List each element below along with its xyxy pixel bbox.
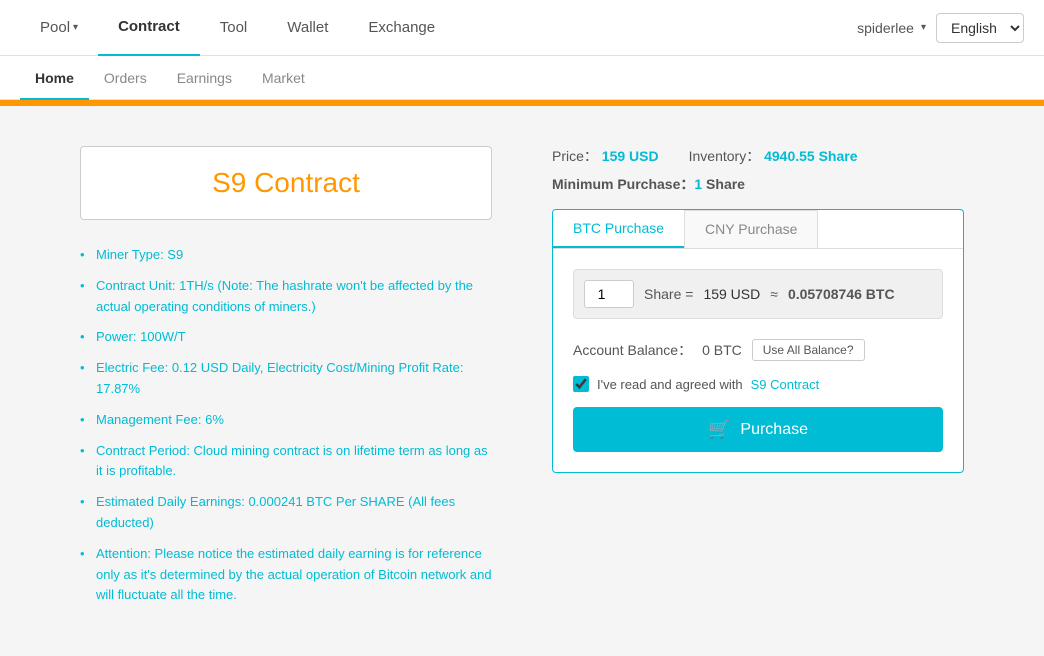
right-panel: Price： 159 USD Inventory： 4940.55 Share … <box>552 146 964 616</box>
user-name: spiderlee <box>857 20 914 36</box>
contract-detail-item: Estimated Daily Earnings: 0.000241 BTC P… <box>80 492 492 534</box>
use-all-button[interactable]: Use All Balance? <box>752 339 865 361</box>
share-approx: ≈ <box>770 286 778 302</box>
agree-checkbox[interactable] <box>573 376 589 392</box>
top-nav-right: spiderlee ▾ English 中文 <box>857 13 1024 43</box>
contract-detail-item: Contract Period: Cloud mining contract i… <box>80 441 492 483</box>
inventory-value: 4940.55 Share <box>764 148 857 164</box>
share-row: Share = 159 USD ≈ 0.05708746 BTC <box>573 269 943 319</box>
purchase-body: Share = 159 USD ≈ 0.05708746 BTC Account… <box>553 249 963 472</box>
purchase-tabs: BTC Purchase CNY Purchase <box>553 210 963 249</box>
share-btc-value: 0.05708746 BTC <box>788 286 895 302</box>
agree-row: I've read and agreed with S9 Contract <box>573 376 943 392</box>
nav-item-pool[interactable]: Pool ▾ <box>20 0 98 56</box>
main-content: S9 Contract Miner Type: S9 Contract Unit:… <box>0 106 1044 656</box>
contract-detail-item: Attention: Please notice the estimated d… <box>80 544 492 606</box>
min-purchase-label: Minimum Purchase： <box>552 176 694 192</box>
price-label: Price： <box>552 148 598 164</box>
nav-label-pool: Pool <box>40 19 70 36</box>
purchase-card: BTC Purchase CNY Purchase Share = 159 US… <box>552 209 964 473</box>
purchase-label: Purchase <box>740 421 808 439</box>
balance-row: Account Balance： 0 BTC Use All Balance? <box>573 339 943 361</box>
tab-btc-purchase[interactable]: BTC Purchase <box>553 210 684 248</box>
cart-icon: 🛒 <box>708 419 730 440</box>
agree-text: I've read and agreed with <box>597 377 743 392</box>
contract-detail-item: Management Fee: 6% <box>80 410 492 431</box>
contract-title-box: S9 Contract <box>80 146 492 220</box>
contract-detail-item: Contract Unit: 1TH/s (Note: The hashrate… <box>80 276 492 318</box>
sub-nav-market[interactable]: Market <box>247 56 320 100</box>
user-chevron-icon: ▾ <box>921 22 926 33</box>
share-text: Share = <box>644 286 693 302</box>
price-section: Price： 159 USD <box>552 146 659 166</box>
user-menu[interactable]: spiderlee ▾ <box>857 20 926 36</box>
left-panel: S9 Contract Miner Type: S9 Contract Unit:… <box>80 146 492 616</box>
pool-chevron-icon: ▾ <box>73 22 78 33</box>
top-nav-left: Pool ▾ Contract Tool Wallet Exchange <box>20 0 857 56</box>
contract-detail-item: Miner Type: S9 <box>80 245 492 266</box>
inventory-section: Inventory： 4940.55 Share <box>689 146 858 166</box>
top-nav: Pool ▾ Contract Tool Wallet Exchange spi… <box>0 0 1044 56</box>
share-usd-value: 159 USD <box>703 286 760 302</box>
nav-item-wallet[interactable]: Wallet <box>267 0 348 56</box>
price-row: Price： 159 USD Inventory： 4940.55 Share <box>552 146 964 166</box>
nav-label-wallet: Wallet <box>287 19 328 36</box>
share-input[interactable] <box>584 280 634 308</box>
tab-cny-purchase[interactable]: CNY Purchase <box>684 210 818 248</box>
balance-value: 0 BTC <box>702 342 742 358</box>
contract-details: Miner Type: S9 Contract Unit: 1TH/s (Note… <box>80 245 492 606</box>
balance-label: Account Balance： <box>573 340 692 360</box>
inventory-label: Inventory： <box>689 148 761 164</box>
price-value: 159 USD <box>602 148 659 164</box>
nav-item-tool[interactable]: Tool <box>200 0 268 56</box>
nav-label-tool: Tool <box>220 19 248 36</box>
min-purchase-value: 1 <box>694 176 702 192</box>
sub-nav-orders[interactable]: Orders <box>89 56 162 100</box>
sub-nav-earnings[interactable]: Earnings <box>162 56 247 100</box>
agree-link[interactable]: S9 Contract <box>751 377 820 392</box>
nav-label-exchange: Exchange <box>368 19 435 36</box>
nav-label-contract: Contract <box>118 18 180 35</box>
contract-title: S9 Contract <box>101 167 471 199</box>
contract-detail-item: Electric Fee: 0.12 USD Daily, Electricit… <box>80 358 492 400</box>
sub-nav-home[interactable]: Home <box>20 56 89 100</box>
nav-item-contract[interactable]: Contract <box>98 0 200 56</box>
purchase-button[interactable]: 🛒 Purchase <box>573 407 943 452</box>
nav-item-exchange[interactable]: Exchange <box>348 0 455 56</box>
price-info: Price： 159 USD Inventory： 4940.55 Share … <box>552 146 964 194</box>
language-select[interactable]: English 中文 <box>936 13 1024 43</box>
sub-nav: Home Orders Earnings Market <box>0 56 1044 100</box>
min-purchase-row: Minimum Purchase：1 Share <box>552 174 964 194</box>
contract-detail-item: Power: 100W/T <box>80 327 492 348</box>
